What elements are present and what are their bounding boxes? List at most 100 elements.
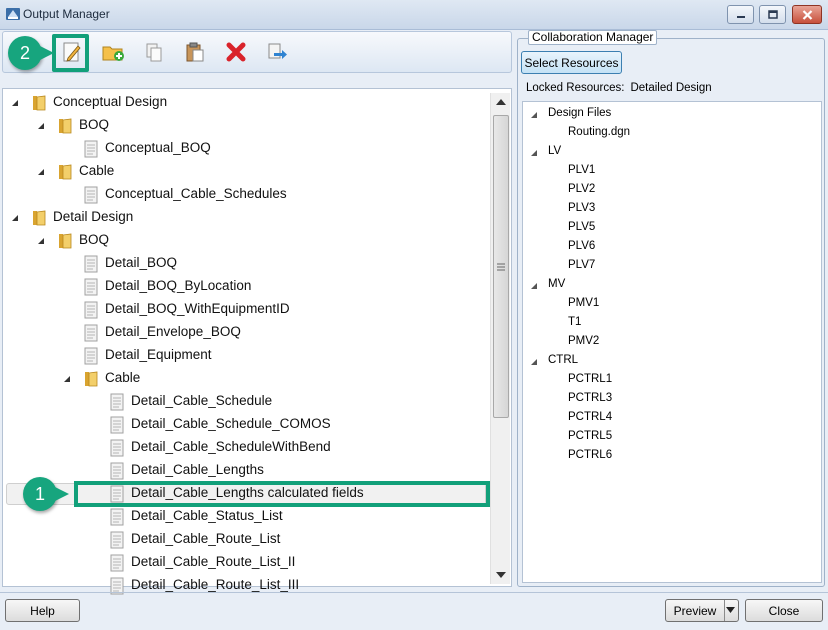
resource-node-label: Routing.dgn <box>568 126 631 138</box>
maximize-button[interactable] <box>759 5 786 24</box>
tree-node-label: Detail_Cable_ScheduleWithBend <box>131 439 331 454</box>
tree-node-label: Detail_BOQ <box>105 255 178 270</box>
tree-document-node[interactable]: Detail_Cable_Route_List <box>0 529 486 551</box>
delete-button[interactable] <box>222 38 250 66</box>
tree-document-node[interactable]: Conceptual_Cable_Schedules <box>0 184 486 206</box>
resource-item-node[interactable]: PCTRL5 <box>568 430 612 442</box>
tree-document-node[interactable]: Detail_Cable_Lengths calculated fields <box>0 483 486 505</box>
tree-document-node[interactable]: Detail_Cable_Route_List_II <box>0 552 486 574</box>
tree-node-label: BOQ <box>79 232 110 247</box>
new-folder-button[interactable] <box>99 38 127 66</box>
tree-document-node[interactable]: Detail_Cable_Route_List_III <box>0 575 486 597</box>
resource-node-label: LV <box>548 145 562 157</box>
expand-arrow-icon[interactable] <box>63 375 71 383</box>
export-button[interactable] <box>263 38 291 66</box>
resource-item-node[interactable]: T1 <box>568 316 581 328</box>
resource-item-node[interactable]: PMV1 <box>568 297 599 309</box>
chevron-down-icon[interactable] <box>726 607 735 613</box>
expand-arrow-icon[interactable] <box>37 168 45 176</box>
expand-arrow-icon[interactable] <box>530 149 538 157</box>
minimize-button[interactable] <box>727 5 754 24</box>
tree-document-node[interactable]: Detail_Envelope_BOQ <box>0 322 486 344</box>
copy-button[interactable] <box>140 38 168 66</box>
tree-document-node[interactable]: Conceptual_BOQ <box>0 138 486 160</box>
close-window-button[interactable] <box>792 5 822 24</box>
resource-node-label: Design Files <box>548 107 612 119</box>
expand-arrow-icon[interactable] <box>11 214 19 222</box>
preview-split-button[interactable]: Preview <box>665 599 739 622</box>
tree-document-node[interactable]: Detail_Equipment <box>0 345 486 367</box>
expand-arrow-icon[interactable] <box>530 282 538 290</box>
tree-document-node[interactable]: Detail_BOQ_WithEquipmentID <box>0 299 486 321</box>
scroll-thumb[interactable] <box>493 115 509 418</box>
tree-folder-node[interactable]: BOQ <box>0 115 486 137</box>
resource-node-label: PMV1 <box>568 297 600 309</box>
tree-node-label: Cable <box>79 163 115 178</box>
resource-node-label: PCTRL4 <box>568 411 613 423</box>
paste-button[interactable] <box>181 38 209 66</box>
tree-scrollbar[interactable] <box>490 93 510 584</box>
tree-document-node[interactable]: Detail_Cable_Lengths <box>0 460 486 482</box>
paste-icon <box>186 42 204 62</box>
tree-node-label: Detail_BOQ_WithEquipmentID <box>105 301 290 316</box>
locked-resources-value: Detailed Design <box>630 82 712 94</box>
window-title: Output Manager <box>23 7 110 21</box>
tree-document-node[interactable]: Detail_Cable_Status_List <box>0 506 486 528</box>
resource-node-label: PLV2 <box>568 183 596 195</box>
expand-arrow-icon[interactable] <box>11 99 19 107</box>
tree-node-label: Detail_Equipment <box>105 347 212 362</box>
resource-item-node[interactable]: PCTRL1 <box>568 373 612 385</box>
tree-folder-node[interactable]: Conceptual Design <box>0 92 486 114</box>
resource-item-node[interactable]: PLV7 <box>568 259 595 271</box>
expand-arrow-icon[interactable] <box>530 111 538 119</box>
resource-item-node[interactable]: PMV2 <box>568 335 599 347</box>
tree-document-node[interactable]: Detail_BOQ_ByLocation <box>0 276 486 298</box>
help-button[interactable]: Help <box>5 599 80 622</box>
tree-node-label: Cable <box>105 370 141 385</box>
expand-arrow-icon[interactable] <box>37 122 45 130</box>
tree-document-node[interactable]: Detail_Cable_Schedule <box>0 391 486 413</box>
resource-item-node[interactable]: PLV5 <box>568 221 595 233</box>
tree-folder-node[interactable]: Cable <box>0 161 486 183</box>
resource-item-node[interactable]: PLV6 <box>568 240 595 252</box>
edit-icon <box>63 42 81 62</box>
title-bar: Output Manager <box>0 0 828 30</box>
resource-item-node[interactable]: Routing.dgn <box>568 126 630 138</box>
resource-node-label: CTRL <box>548 354 579 366</box>
folder-icon <box>33 210 46 226</box>
resource-item-node[interactable]: PLV2 <box>568 183 595 195</box>
resource-item-node[interactable]: PLV3 <box>568 202 595 214</box>
tree-node-label: Detail_Cable_Lengths <box>131 462 264 477</box>
tree-node-label: Detail_BOQ_ByLocation <box>105 278 252 293</box>
select-resources-button[interactable]: Select Resources <box>521 51 622 74</box>
edit-output-button[interactable] <box>58 38 86 66</box>
tree-folder-node[interactable]: Detail Design <box>0 207 486 229</box>
resource-item-node[interactable]: PCTRL6 <box>568 449 612 461</box>
callout-step-2: 2 <box>8 36 54 70</box>
tree-document-node[interactable]: Detail_BOQ <box>0 253 486 275</box>
preview-button[interactable]: Preview <box>666 600 725 621</box>
tree-folder-node[interactable]: BOQ <box>0 230 486 252</box>
tree-node-label: Detail Design <box>53 209 134 224</box>
tree-node-label: BOQ <box>79 117 110 132</box>
resource-item-node[interactable]: PCTRL4 <box>568 411 612 423</box>
tree-document-node[interactable]: Detail_Cable_ScheduleWithBend <box>0 437 486 459</box>
close-button[interactable]: Close <box>745 599 823 622</box>
tree-node-label: Detail_Cable_Lengths calculated fields <box>131 485 364 500</box>
expand-arrow-icon[interactable] <box>37 237 45 245</box>
document-icon <box>110 485 124 503</box>
tree-node-label: Detail_Cable_Route_List_II <box>131 554 296 569</box>
scroll-up-icon[interactable] <box>495 97 507 107</box>
locked-resources-label: Locked Resources: <box>526 82 625 94</box>
tree-folder-node[interactable]: Cable <box>0 368 486 390</box>
tree-node-label: Detail_Cable_Schedule <box>131 393 273 408</box>
document-icon <box>110 462 124 480</box>
tree-document-node[interactable]: Detail_Cable_Schedule_COMOS <box>0 414 486 436</box>
resource-item-node[interactable]: PLV1 <box>568 164 595 176</box>
resource-node-label: PCTRL3 <box>568 392 613 404</box>
scroll-down-icon[interactable] <box>495 570 507 580</box>
toolbar <box>2 31 512 73</box>
document-icon <box>110 416 124 434</box>
expand-arrow-icon[interactable] <box>530 358 538 366</box>
resource-item-node[interactable]: PCTRL3 <box>568 392 612 404</box>
